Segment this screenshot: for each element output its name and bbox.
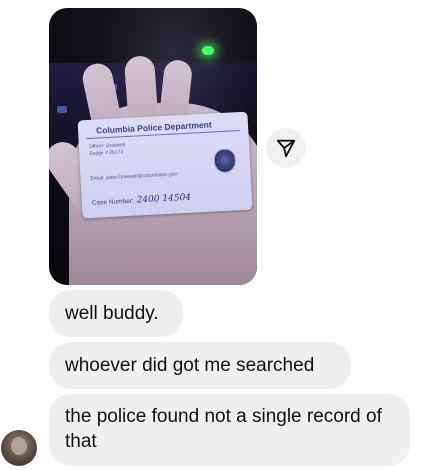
card-email: Email: jason.braswell@columbiasc.gov <box>90 171 178 182</box>
message-bubble[interactable]: well buddy. <box>49 290 183 337</box>
keyboard-key <box>57 106 67 113</box>
police-seal-icon <box>213 148 237 174</box>
card-case-number: Case Number: 2400 14504 <box>92 193 192 208</box>
message-text: whoever did got me searched <box>65 355 315 376</box>
card-case-label: Case Number: <box>91 197 134 207</box>
message-bubble[interactable]: whoever did got me searched <box>49 342 351 389</box>
card-badge: Badge # 26173 <box>89 149 124 157</box>
message-text: well buddy. <box>65 303 159 324</box>
message-text: the police found not a single record of … <box>65 406 382 452</box>
sender-avatar[interactable] <box>1 430 37 466</box>
message-bubble[interactable]: the police found not a single record of … <box>49 394 410 466</box>
card-case-value: 2400 14504 <box>136 192 192 206</box>
green-led <box>202 46 214 55</box>
send-arrow-icon <box>276 139 296 158</box>
share-button[interactable] <box>266 128 306 168</box>
photo-message[interactable]: Columbia Police Department Officer: Bras… <box>49 8 257 285</box>
police-id-card: Columbia Police Department Officer: Bras… <box>77 111 253 219</box>
avatar-face <box>11 437 27 455</box>
